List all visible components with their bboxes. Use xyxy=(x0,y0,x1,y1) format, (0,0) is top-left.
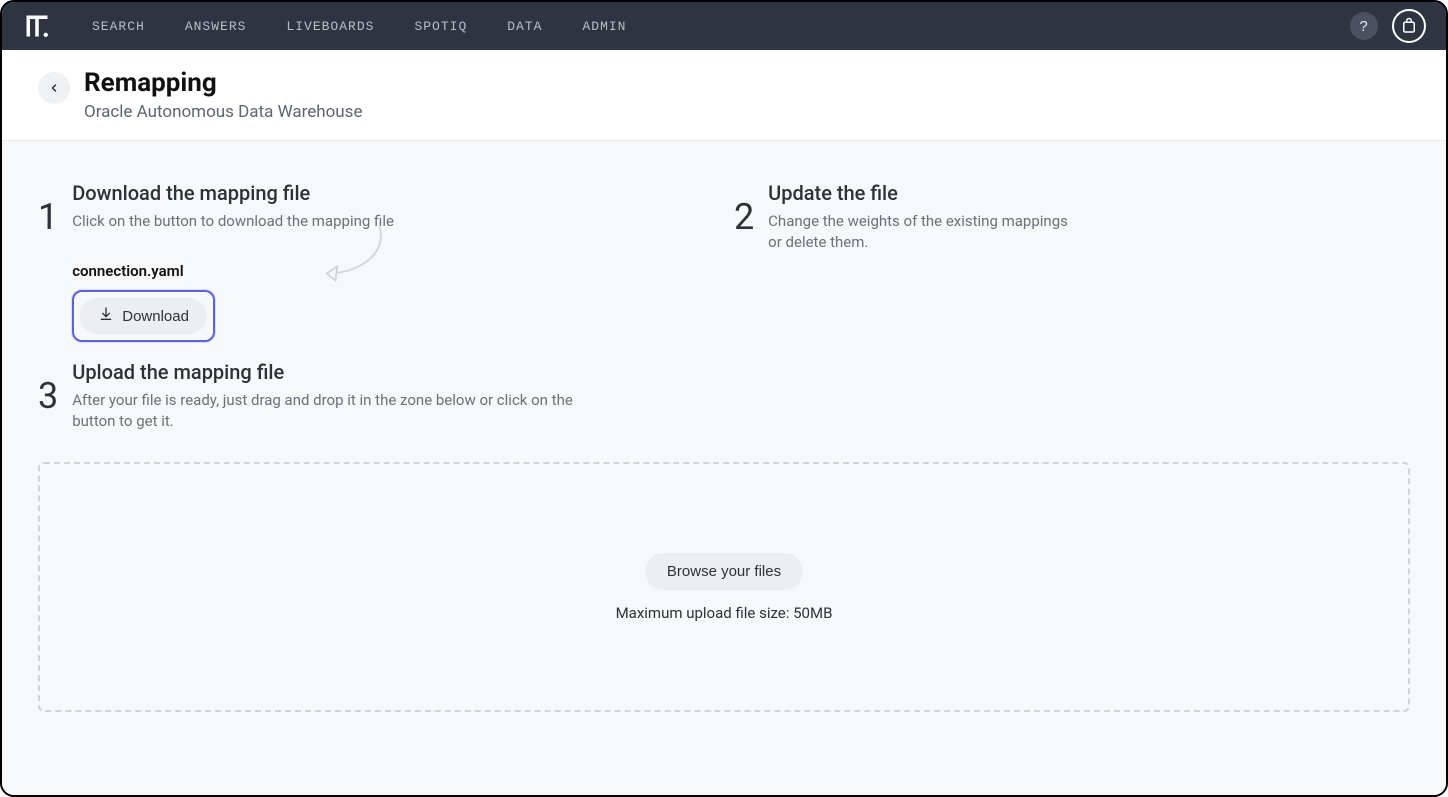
download-icon xyxy=(98,306,114,326)
download-button[interactable]: Download xyxy=(80,298,207,334)
step-1-title: Download the mapping file xyxy=(72,181,394,205)
back-button[interactable] xyxy=(38,72,70,104)
nav-item-data[interactable]: DATA xyxy=(507,19,542,34)
step-2-desc: Change the weights of the existing mappi… xyxy=(768,211,1068,253)
nav-item-answers[interactable]: ANSWERS xyxy=(185,19,247,34)
nav-item-liveboards[interactable]: LIVEBOARDS xyxy=(286,19,374,34)
app-logo[interactable] xyxy=(22,11,52,41)
step-1: 1 Download the mapping file Click on the… xyxy=(38,181,394,342)
download-button-label: Download xyxy=(122,308,189,325)
page-subtitle: Oracle Autonomous Data Warehouse xyxy=(84,102,362,122)
step-2-title: Update the file xyxy=(768,181,1068,205)
step-3-title: Upload the mapping file xyxy=(72,360,592,384)
download-highlight: Download xyxy=(72,290,215,342)
main-content: 1 Download the mapping file Click on the… xyxy=(2,141,1446,795)
step-1-number: 1 xyxy=(38,199,58,235)
step-2: 2 Update the file Change the weights of … xyxy=(734,181,1068,342)
callout-arrow-icon xyxy=(308,221,398,291)
page-header: Remapping Oracle Autonomous Data Warehou… xyxy=(2,50,1446,141)
user-avatar[interactable] xyxy=(1392,9,1426,43)
nav-item-search[interactable]: SEARCH xyxy=(92,19,145,34)
page-title: Remapping xyxy=(84,68,362,98)
nav-item-spotiq[interactable]: SPOTIQ xyxy=(414,19,467,34)
upload-size-note: Maximum upload file size: 50MB xyxy=(616,604,833,622)
main-nav: SEARCH ANSWERS LIVEBOARDS SPOTIQ DATA AD… xyxy=(92,19,626,34)
step-2-number: 2 xyxy=(734,199,754,235)
step-3-desc: After your file is ready, just drag and … xyxy=(72,390,592,432)
step-3: 3 Upload the mapping file After your fil… xyxy=(38,360,1410,432)
browse-files-button[interactable]: Browse your files xyxy=(645,553,803,590)
step-3-number: 3 xyxy=(38,378,58,414)
top-nav-bar: SEARCH ANSWERS LIVEBOARDS SPOTIQ DATA AD… xyxy=(2,2,1446,50)
help-icon[interactable]: ? xyxy=(1350,12,1378,40)
upload-dropzone[interactable]: Browse your files Maximum upload file si… xyxy=(38,462,1410,712)
nav-item-admin[interactable]: ADMIN xyxy=(582,19,626,34)
